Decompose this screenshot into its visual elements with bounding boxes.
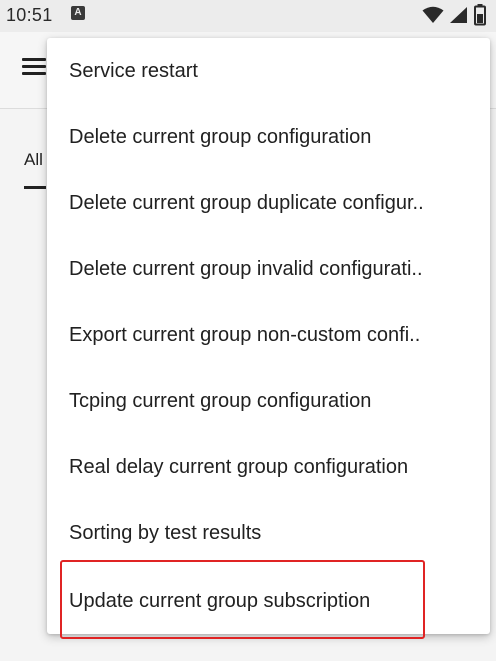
menu-item-service-restart[interactable]: Service restart — [47, 38, 490, 104]
status-time: 10:51 — [6, 5, 53, 25]
status-bar: 10:51 A — [0, 0, 496, 32]
menu-item-sort-by-test-results[interactable]: Sorting by test results — [47, 500, 490, 566]
battery-icon — [474, 4, 486, 31]
tab-indicator — [24, 186, 46, 189]
menu-item-tcping-group-config[interactable]: Tcping current group configuration — [47, 368, 490, 434]
menu-item-delete-group-config[interactable]: Delete current group configuration — [47, 104, 490, 170]
signal-icon — [448, 6, 468, 29]
menu-item-real-delay-group-config[interactable]: Real delay current group configuration — [47, 434, 490, 500]
wifi-icon — [422, 6, 444, 29]
overflow-popup-menu: Service restart Delete current group con… — [47, 38, 490, 634]
menu-item-delete-duplicate-config[interactable]: Delete current group duplicate configur.… — [47, 170, 490, 236]
menu-item-update-group-subscription[interactable]: Update current group subscription — [47, 568, 490, 634]
menu-item-delete-invalid-config[interactable]: Delete current group invalid configurati… — [47, 236, 490, 302]
hamburger-menu-icon[interactable] — [22, 58, 46, 76]
menu-item-export-non-custom-config[interactable]: Export current group non-custom confi.. — [47, 302, 490, 368]
notification-icon: A — [71, 6, 85, 20]
tab-all[interactable]: All — [24, 150, 43, 170]
